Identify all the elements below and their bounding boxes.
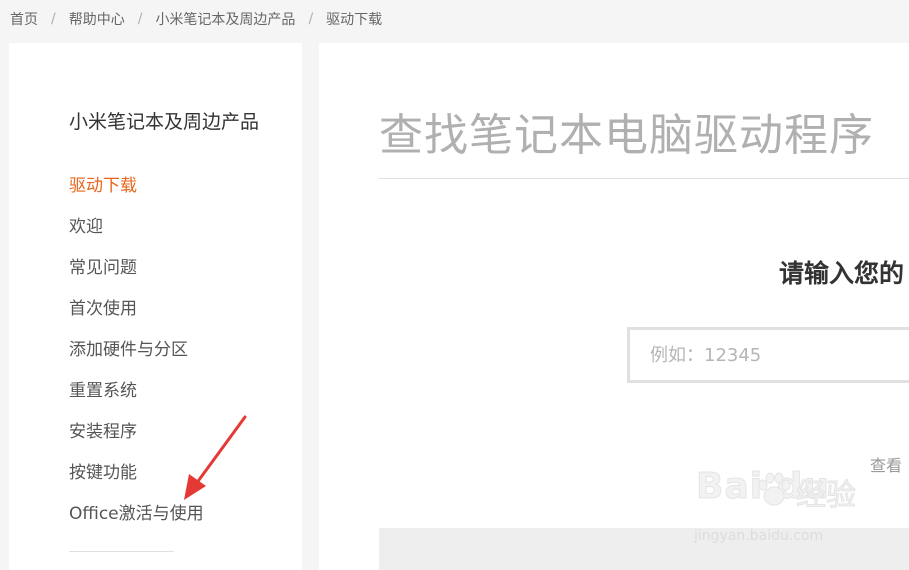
search-prompt: 请输入您的 (779, 259, 905, 288)
sidebar-item-office-activation[interactable]: Office激活与使用 (69, 501, 204, 542)
title-divider (379, 178, 909, 179)
sidebar-item-driver-download[interactable]: 驱动下载 (69, 173, 204, 214)
breadcrumb-separator: / (137, 11, 143, 27)
view-link[interactable]: 查看 (870, 452, 902, 476)
breadcrumb-notebook-link[interactable]: 小米笔记本及周边产品 (155, 9, 295, 29)
breadcrumb-separator: / (51, 11, 56, 27)
sidebar-divider (69, 551, 174, 552)
sidebar-item-faq[interactable]: 常见问题 (69, 255, 204, 296)
breadcrumb-current: 驱动下载 (326, 12, 383, 28)
breadcrumb-home-link[interactable]: 首页 (10, 9, 38, 29)
sidebar-item-welcome[interactable]: 欢迎 (69, 214, 204, 255)
breadcrumb-help-center-link[interactable]: 帮助中心 (69, 9, 125, 29)
sidebar-title: 小米笔记本及周边产品 (69, 111, 260, 133)
breadcrumb-separator: / (308, 11, 314, 27)
breadcrumb: 首页 / 帮助中心 / 小米笔记本及周边产品 / 驱动下载 (10, 9, 382, 29)
search-box (627, 327, 909, 383)
sidebar-item-first-use[interactable]: 首次使用 (69, 296, 204, 337)
annotation-arrow-icon (184, 415, 247, 500)
page-title: 查找笔记本电脑驱动程序 (379, 110, 874, 161)
sidebar-item-add-hardware[interactable]: 添加硬件与分区 (69, 337, 204, 378)
sidebar: 小米笔记本及周边产品 驱动下载 欢迎 常见问题 首次使用 添加硬件与分区 重置系… (9, 43, 302, 570)
paw-icon (758, 472, 791, 506)
watermark-url: jingyan.baidu.com (694, 528, 824, 544)
baidu-jingyan-watermark: Bai du 经验 jingyan.baidu.com (692, 466, 862, 548)
watermark-brand-cn: 经验 (796, 478, 857, 514)
search-input[interactable] (630, 330, 909, 380)
